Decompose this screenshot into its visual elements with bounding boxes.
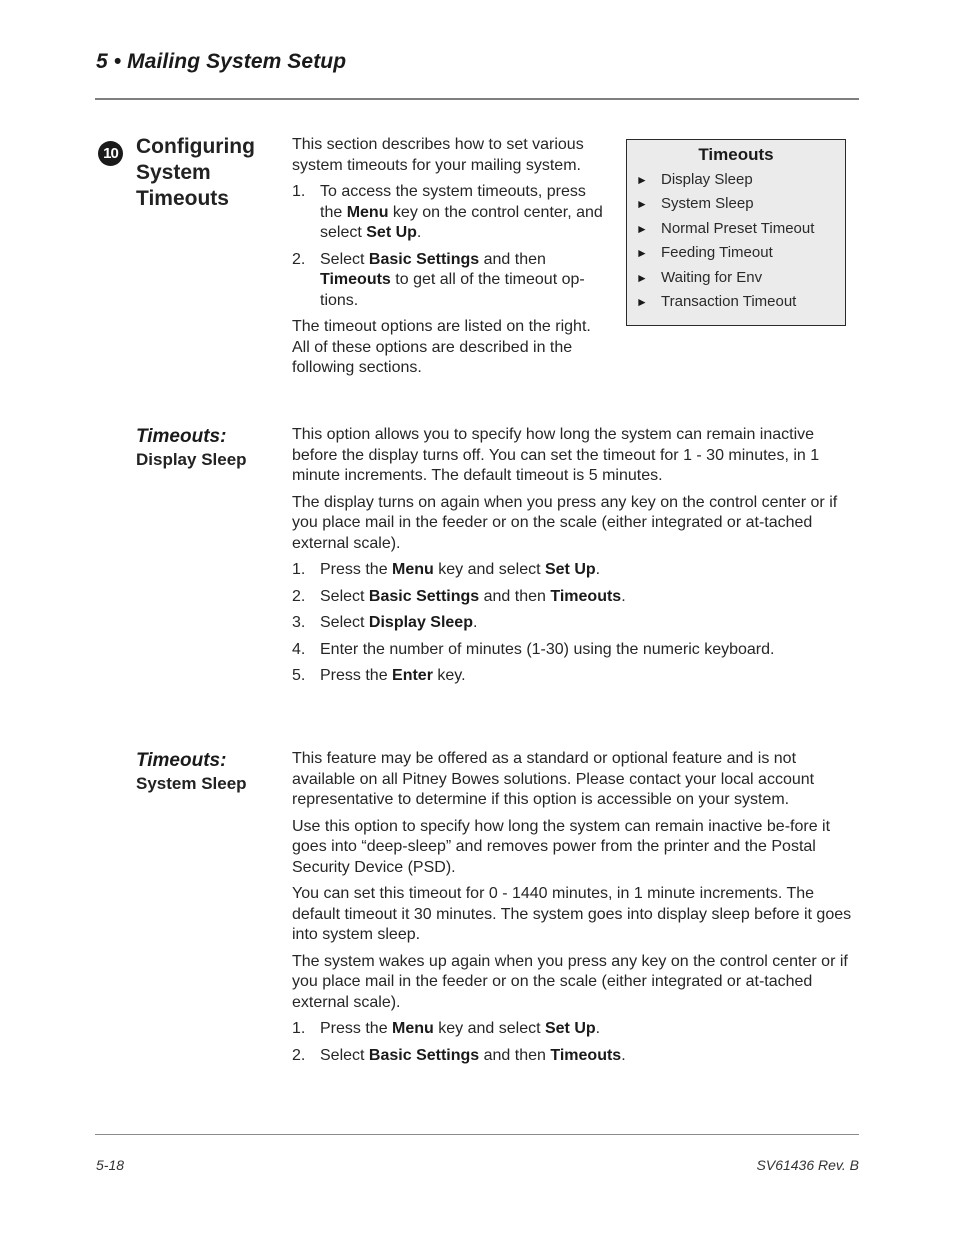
timeouts-list-item: ► Feeding Timeout xyxy=(627,241,845,265)
paragraph: This option allows you to specify how lo… xyxy=(292,426,820,484)
step-number: 2. xyxy=(292,1046,306,1064)
timeouts-item-label: Normal Preset Timeout xyxy=(661,219,815,237)
ui-term: Basic Settings xyxy=(368,1046,480,1064)
step-number: 1. xyxy=(292,1020,306,1037)
timeouts-list-item: ► Display Sleep xyxy=(627,168,845,192)
ui-term: Set Up xyxy=(544,1020,596,1037)
intro-text: This section describes how to set variou… xyxy=(292,135,610,385)
right-triangle-icon: ► xyxy=(636,246,648,261)
timeouts-item-label: Transaction Timeout xyxy=(661,292,797,310)
system-sleep-label: Timeouts: System Sleep xyxy=(136,749,276,795)
display-sleep-label-italic: Timeouts: xyxy=(136,426,227,447)
timeouts-list: ► Display Sleep ► System Sleep ► Normal Pre… xyxy=(627,168,845,314)
right-triangle-icon: ► xyxy=(636,221,648,236)
ui-term: Basic Settings xyxy=(368,587,480,605)
display-sleep-body: This option allows you to specify how lo… xyxy=(292,425,860,693)
footer-divider xyxy=(95,1134,859,1135)
ui-term: Enter xyxy=(392,667,433,684)
step-item: 1. Press the Menu key and select Set Up. xyxy=(292,560,860,581)
right-triangle-icon: ► xyxy=(636,270,648,285)
paragraph: You can set this timeout for 0 - 1440 mi… xyxy=(292,885,852,943)
right-triangle-icon: ► xyxy=(636,294,648,309)
intro-steps: 1. To access the system timeouts, press t… xyxy=(292,182,610,311)
ui-term: Menu xyxy=(392,1020,434,1037)
step-number: 5. xyxy=(292,667,306,684)
ui-term: Set Up xyxy=(544,561,596,578)
timeouts-item-label: System Sleep xyxy=(661,195,754,213)
display-sleep-label: Timeouts: Display Sleep xyxy=(136,425,276,471)
step-number-badge: 10 xyxy=(98,141,123,166)
system-sleep-body: This feature may be offered as a standar… xyxy=(292,749,860,1072)
step-item: 1. Press the Menu key and select Set Up. xyxy=(292,1019,860,1040)
section-heading: Configuring System Timeouts xyxy=(136,135,255,210)
ui-term: Menu xyxy=(392,561,434,578)
timeouts-item-label: Waiting for Env xyxy=(661,268,763,286)
timeouts-list-item: ► Waiting for Env xyxy=(627,266,845,290)
ui-term: Basic Settings xyxy=(368,250,480,268)
step-item: 2. Select Basic Settings and then Timeout… xyxy=(292,1046,860,1067)
step-number: 1. xyxy=(292,183,306,200)
intro-paragraph: This section describes how to set variou… xyxy=(292,136,584,174)
step-item: 5. Press the Enter key. xyxy=(292,666,860,687)
display-sleep-steps: 1. Press the Menu key and select Set Up. 2… xyxy=(292,560,860,687)
right-triangle-icon: ► xyxy=(636,197,648,212)
ui-term: Timeouts xyxy=(320,271,391,288)
right-triangle-icon: ► xyxy=(636,173,648,187)
timeouts-list-item: ► System Sleep xyxy=(627,192,845,216)
timeouts-item-label: Feeding Timeout xyxy=(661,244,773,262)
step-item: 1. To access the system timeouts, press t… xyxy=(292,183,603,241)
display-sleep-label-bold: Display Sleep xyxy=(136,450,247,469)
timeouts-list-item: ► Normal Preset Timeout xyxy=(627,217,845,241)
ui-term: Display Sleep xyxy=(368,614,473,631)
paragraph: This feature may be offered as a standar… xyxy=(292,750,815,808)
ui-term: Timeouts xyxy=(550,587,622,605)
step-number: 4. xyxy=(292,640,306,658)
page-number: 5-18 xyxy=(96,1157,125,1173)
timeouts-box-title: Timeouts xyxy=(698,145,774,164)
step-number: 1. xyxy=(292,561,306,578)
timeouts-item-label: Display Sleep xyxy=(661,171,753,188)
paragraph: The system wakes up again when you press… xyxy=(292,952,848,1011)
step-item: 3. Select Display Sleep. xyxy=(292,613,860,634)
paragraph: Use this option to specify how long the … xyxy=(292,817,831,876)
timeouts-list-item: ► Transaction Timeout xyxy=(627,290,845,314)
step-number: 3. xyxy=(292,614,306,631)
header-divider xyxy=(95,98,859,100)
step-item: 2. Select Basic Settings and then Timeout… xyxy=(292,250,585,309)
step-item: 4. Enter the number of minutes (1-30) usi… xyxy=(292,640,860,661)
ui-term: Set Up xyxy=(366,224,417,241)
system-sleep-steps: 1. Press the Menu key and select Set Up. 2… xyxy=(292,1019,860,1066)
step-item: 2. Select Basic Settings and then Timeout… xyxy=(292,587,860,608)
timeouts-box: Timeouts ► Display Sleep ► System Sleep ► N… xyxy=(626,139,846,326)
paragraph: The display turns on again when you pres… xyxy=(292,493,838,552)
chapter-title: 5 • Mailing System Setup xyxy=(96,50,347,73)
ui-term: Timeouts xyxy=(550,1046,622,1064)
ui-term: Menu xyxy=(346,203,389,221)
step-number: 2. xyxy=(292,587,306,605)
document-id: SV61436 Rev. B xyxy=(756,1157,859,1173)
closing-paragraph: The timeout options are listed on the ri… xyxy=(292,318,591,376)
system-sleep-label-bold: System Sleep xyxy=(136,774,247,793)
system-sleep-label-italic: Timeouts: xyxy=(136,750,227,771)
step-number: 2. xyxy=(292,250,306,268)
